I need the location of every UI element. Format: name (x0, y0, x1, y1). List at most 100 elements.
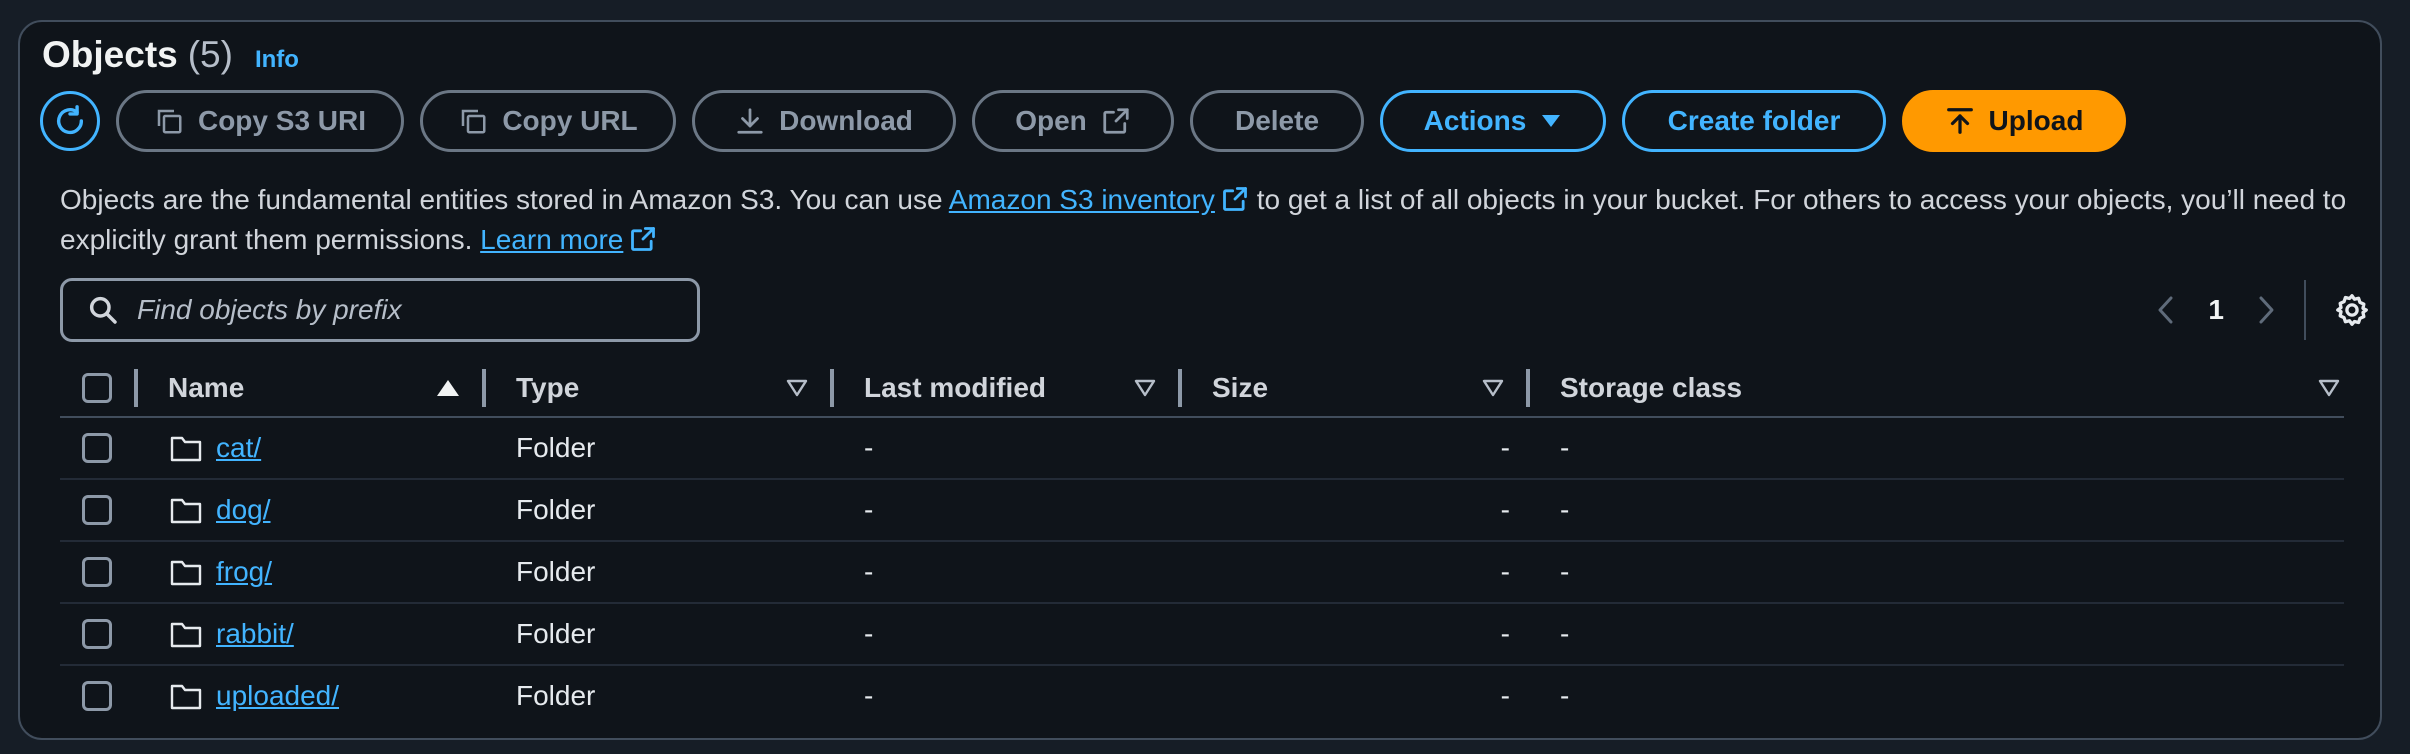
type-cell: Folder (486, 479, 834, 542)
copy-url-button[interactable]: Copy URL (420, 90, 676, 152)
learn-more-link[interactable]: Learn more (480, 224, 623, 255)
object-name-link[interactable]: cat/ (216, 432, 261, 464)
column-header-name[interactable]: Name (138, 360, 486, 418)
download-icon (737, 108, 763, 134)
column-label-storage-class: Storage class (1560, 372, 1743, 403)
caret-down-icon (1542, 115, 1561, 127)
search-icon (89, 296, 117, 324)
last-modified-cell: - (834, 541, 1182, 604)
folder-icon (170, 622, 202, 648)
table-row: rabbit/ Folder - - - (60, 603, 2344, 666)
upload-button[interactable]: Upload (1902, 90, 2126, 152)
description-text-1: Objects are the fundamental entities sto… (60, 184, 949, 215)
sort-icon[interactable] (1482, 379, 1504, 397)
column-label-name: Name (168, 372, 245, 403)
row-checkbox[interactable] (82, 619, 112, 649)
type-cell: Folder (486, 541, 834, 604)
external-link-icon (1223, 187, 1247, 211)
sort-icon[interactable] (786, 379, 808, 397)
copy-icon (462, 109, 486, 134)
copy-s3-uri-label: Copy S3 URI (197, 105, 367, 136)
upload-label: Upload (1988, 105, 2084, 136)
sort-icon[interactable] (1134, 379, 1156, 397)
current-page-number[interactable]: 1 (2208, 294, 2224, 326)
select-all-checkbox[interactable] (82, 373, 112, 403)
refresh-button[interactable] (40, 91, 100, 151)
actions-dropdown-button[interactable]: Actions (1380, 90, 1606, 152)
row-checkbox[interactable] (82, 681, 112, 711)
object-name-link[interactable]: dog/ (216, 494, 271, 526)
search-box (60, 278, 700, 342)
create-folder-button[interactable]: Create folder (1622, 90, 1886, 152)
upload-icon (1946, 108, 1973, 134)
type-cell: Folder (486, 417, 834, 480)
download-button[interactable]: Download (692, 90, 956, 152)
delete-button[interactable]: Delete (1190, 90, 1364, 152)
copy-url-label: Copy URL (502, 105, 638, 136)
row-checkbox[interactable] (82, 495, 112, 525)
last-modified-cell: - (864, 680, 874, 711)
chevron-left-icon[interactable] (2154, 294, 2178, 326)
gear-icon[interactable] (2334, 292, 2370, 328)
folder-icon (170, 498, 202, 524)
copy-icon (157, 109, 182, 134)
page-title: Objects (42, 34, 178, 75)
objects-table: Name Type Last modified Size Storage cla… (60, 360, 2344, 726)
type-cell: Folder (486, 603, 834, 666)
column-header-type[interactable]: Type (486, 360, 834, 418)
table-row: dog/ Folder - - - (60, 479, 2344, 542)
size-cell: - (1182, 541, 1530, 604)
table-header-row: Name Type Last modified Size Storage cla… (60, 360, 2344, 418)
chevron-right-icon[interactable] (2254, 294, 2278, 326)
storage-class-cell: - (1530, 603, 2344, 666)
select-all-header (60, 360, 138, 418)
info-link[interactable]: Info (255, 46, 299, 74)
size-cell: - (1182, 603, 1530, 666)
object-name-link[interactable]: uploaded/ (216, 680, 339, 712)
download-label: Download (779, 105, 913, 136)
open-button[interactable]: Open (972, 90, 1174, 152)
folder-icon (170, 684, 202, 710)
toolbar: Copy S3 URI Copy URL Download Open Delet… (40, 90, 2126, 152)
type-cell: Folder (516, 680, 596, 711)
delete-label: Delete (1234, 105, 1320, 136)
folder-icon (170, 560, 202, 586)
table-row: uploaded/ Folder - - - (60, 665, 2344, 726)
external-link-icon (1103, 108, 1129, 134)
objects-header: Objects (5) Info (42, 34, 299, 76)
last-modified-cell: - (834, 417, 1182, 480)
last-modified-cell: - (834, 603, 1182, 666)
column-header-last-modified[interactable]: Last modified (834, 360, 1182, 418)
size-cell: - (1182, 479, 1530, 542)
size-cell: - (1182, 417, 1530, 480)
column-label-last-modified: Last modified (864, 372, 1047, 403)
table-row: cat/ Folder - - - (60, 417, 2344, 480)
sort-icon[interactable] (2318, 379, 2340, 397)
row-checkbox[interactable] (82, 433, 112, 463)
refresh-icon (56, 105, 84, 135)
create-folder-label: Create folder (1667, 105, 1841, 136)
storage-class-cell: - (1560, 680, 1570, 711)
open-label: Open (1015, 105, 1087, 136)
folder-icon (170, 436, 202, 462)
column-label-size: Size (1212, 372, 1269, 403)
external-link-icon (631, 227, 656, 251)
row-checkbox[interactable] (82, 557, 112, 587)
column-header-size[interactable]: Size (1182, 360, 1530, 418)
storage-class-cell: - (1530, 417, 2344, 480)
object-name-link[interactable]: rabbit/ (216, 618, 294, 650)
size-cell: - (1500, 680, 1510, 711)
column-header-storage-class[interactable]: Storage class (1530, 360, 2344, 418)
storage-class-cell: - (1530, 541, 2344, 604)
table-row: frog/ Folder - - - (60, 541, 2344, 604)
object-name-link[interactable]: frog/ (216, 556, 272, 588)
storage-class-cell: - (1530, 479, 2344, 542)
actions-label: Actions (1423, 105, 1527, 136)
copy-s3-uri-button[interactable]: Copy S3 URI (116, 90, 404, 152)
pager-divider (2304, 280, 2306, 340)
last-modified-cell: - (834, 479, 1182, 542)
search-input[interactable] (135, 293, 679, 327)
s3-inventory-link[interactable]: Amazon S3 inventory (949, 184, 1215, 215)
sort-ascending-icon[interactable] (436, 379, 460, 397)
column-label-type: Type (516, 372, 580, 403)
